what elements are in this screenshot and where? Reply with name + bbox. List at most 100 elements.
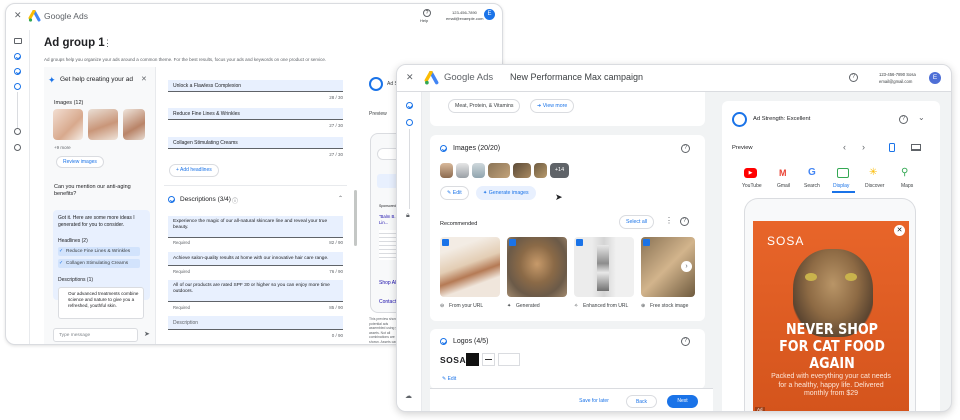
headline-field[interactable]: Collagen Stimulating Creams [168, 137, 343, 149]
google-ads-logo-icon [424, 71, 439, 85]
description-field[interactable]: All of our products are rated SPF 30 or … [168, 280, 343, 302]
desktop-icon[interactable] [911, 144, 921, 151]
close-icon[interactable]: ✕ [894, 225, 905, 236]
headline-field[interactable]: Unlock a Flawless Complexion [168, 80, 343, 92]
help-label: Help [420, 18, 429, 23]
avatar[interactable]: E [484, 9, 495, 20]
description-field[interactable]: Experience the magic of our all-natural … [168, 216, 343, 238]
scrollbar[interactable] [354, 190, 357, 246]
more-images-count[interactable]: +14 [550, 163, 569, 178]
generate-images-button[interactable]: ✦ Generate images [476, 186, 536, 200]
display-ad[interactable]: SOSA ✕ NEVER SHOP FOR CAT FOOD AGAIN Pac… [753, 221, 909, 411]
close-icon[interactable]: ✕ [141, 75, 147, 83]
back-button[interactable]: Back [626, 395, 657, 408]
select-all-button[interactable]: Select all [619, 215, 655, 229]
channel-tab-gmail[interactable]: Gmail [777, 183, 790, 189]
close-icon[interactable]: ✕ [406, 72, 414, 83]
youtube-icon[interactable]: ▶ [744, 168, 757, 178]
image-thumbnail[interactable] [472, 163, 485, 178]
step-icon[interactable] [14, 144, 21, 151]
user-question: Can you mention our anti-aging benefits? [54, 184, 131, 197]
help-icon[interactable]: ⓘ [232, 196, 238, 205]
avatar[interactable]: E [929, 72, 941, 84]
image-thumbnail[interactable] [53, 109, 83, 140]
image-thumbnail[interactable] [456, 163, 469, 178]
suggested-headline[interactable]: ✓ Collagen Stimulating Creams [58, 259, 140, 268]
review-images-button[interactable]: Review images [56, 156, 104, 168]
recommended-image[interactable] [574, 237, 634, 297]
step-current-icon[interactable] [406, 119, 413, 126]
recommended-image[interactable] [440, 237, 500, 297]
channel-tab-display[interactable]: Display [833, 183, 849, 189]
sitelink-shop[interactable]: Shop All [379, 280, 397, 286]
help-icon[interactable]: ? [849, 73, 858, 82]
help-icon[interactable]: ? [680, 217, 689, 226]
suggested-headline[interactable]: ✓ Reduce Fine Lines & Wrinkles [58, 247, 140, 256]
close-icon[interactable]: ✕ [14, 10, 22, 21]
view-more-button[interactable]: ➜ View more [530, 99, 575, 113]
channel-tab-search[interactable]: Search [804, 183, 820, 189]
rec-caption: Free stock image [650, 303, 689, 309]
image-thumbnail[interactable] [440, 163, 453, 178]
step-current-icon[interactable] [14, 83, 21, 90]
channel-tab-youtube[interactable]: YouTube [742, 183, 762, 189]
chevron-right-icon[interactable]: › [862, 142, 865, 152]
image-thumbnail[interactable] [123, 109, 145, 140]
save-for-later-button[interactable]: Save for later [570, 395, 618, 408]
step-icon[interactable] [14, 128, 21, 135]
step-done-icon[interactable] [406, 102, 413, 109]
help-icon[interactable]: ? [423, 9, 431, 17]
image-thumbnail[interactable] [88, 109, 118, 140]
step-done-icon[interactable] [14, 68, 21, 75]
maps-icon[interactable]: ⚲ [901, 167, 912, 179]
logo-swatch[interactable] [498, 353, 520, 366]
checkbox-checked-icon[interactable] [509, 239, 516, 246]
image-thumbnail[interactable] [488, 163, 510, 178]
recommended-image[interactable] [507, 237, 567, 297]
send-icon[interactable]: ➤ [144, 330, 150, 338]
cat-eye [805, 273, 817, 281]
image-thumbnail[interactable] [513, 163, 531, 178]
discover-icon[interactable]: ✳ [869, 167, 882, 178]
help-icon[interactable]: ? [899, 115, 908, 124]
active-tab-indicator [832, 191, 855, 193]
checkbox-checked-icon[interactable] [576, 239, 583, 246]
audience-chip[interactable]: Meat, Protein, & Vitamins [448, 99, 521, 113]
description-field-empty[interactable]: Description [168, 316, 343, 330]
more-vert-icon[interactable]: ⋮ [665, 216, 673, 225]
headline-field[interactable]: Reduce Fine Lines & Wrinkles [168, 108, 343, 120]
more-vert-icon[interactable]: ⋮ [103, 38, 112, 49]
chevron-right-icon[interactable]: › [681, 261, 692, 272]
edit-logos-button[interactable]: ✎ Edit [442, 376, 456, 382]
sparkle-icon: ✦ [48, 75, 56, 85]
sitelink-contact[interactable]: Contact [379, 299, 396, 305]
step-done-icon[interactable] [14, 53, 21, 60]
cloud-icon[interactable]: ☁︎ [405, 392, 412, 400]
help-icon[interactable]: ? [681, 337, 690, 346]
channel-tab-discover[interactable]: Discover [865, 183, 884, 189]
gmail-icon[interactable]: M [779, 168, 791, 178]
suggested-headline-text: Collagen Stimulating Creams [66, 260, 129, 266]
checkbox-checked-icon[interactable] [442, 239, 449, 246]
checkbox-checked-icon[interactable] [643, 239, 650, 246]
overview-icon[interactable] [14, 38, 22, 44]
description-field[interactable]: Achieve salon-quality results at home wi… [168, 252, 343, 266]
edit-images-button[interactable]: ✎ Edit [440, 186, 469, 200]
channel-tab-maps[interactable]: Maps [901, 183, 913, 189]
google-search-icon[interactable]: G [808, 167, 820, 178]
help-icon[interactable]: ? [681, 144, 690, 153]
logo-swatch[interactable] [466, 353, 479, 366]
message-input[interactable]: Type message [53, 328, 138, 342]
logo-wordmark[interactable]: SOSA [440, 355, 466, 365]
logo-swatch[interactable] [482, 353, 495, 366]
chevron-left-icon[interactable]: ‹ [843, 142, 846, 152]
suggested-description[interactable]: Our advanced treatments combine science … [58, 287, 144, 319]
add-headlines-button[interactable]: + Add headlines [169, 164, 219, 177]
next-button[interactable]: Next [667, 395, 698, 408]
display-icon[interactable] [837, 168, 849, 178]
image-thumbnail[interactable] [534, 163, 547, 178]
recommended-image[interactable]: › [641, 237, 695, 297]
chevron-up-icon[interactable]: ⌃ [338, 195, 343, 202]
mobile-icon[interactable] [889, 143, 895, 152]
chevron-down-icon[interactable]: ⌄ [918, 113, 925, 122]
